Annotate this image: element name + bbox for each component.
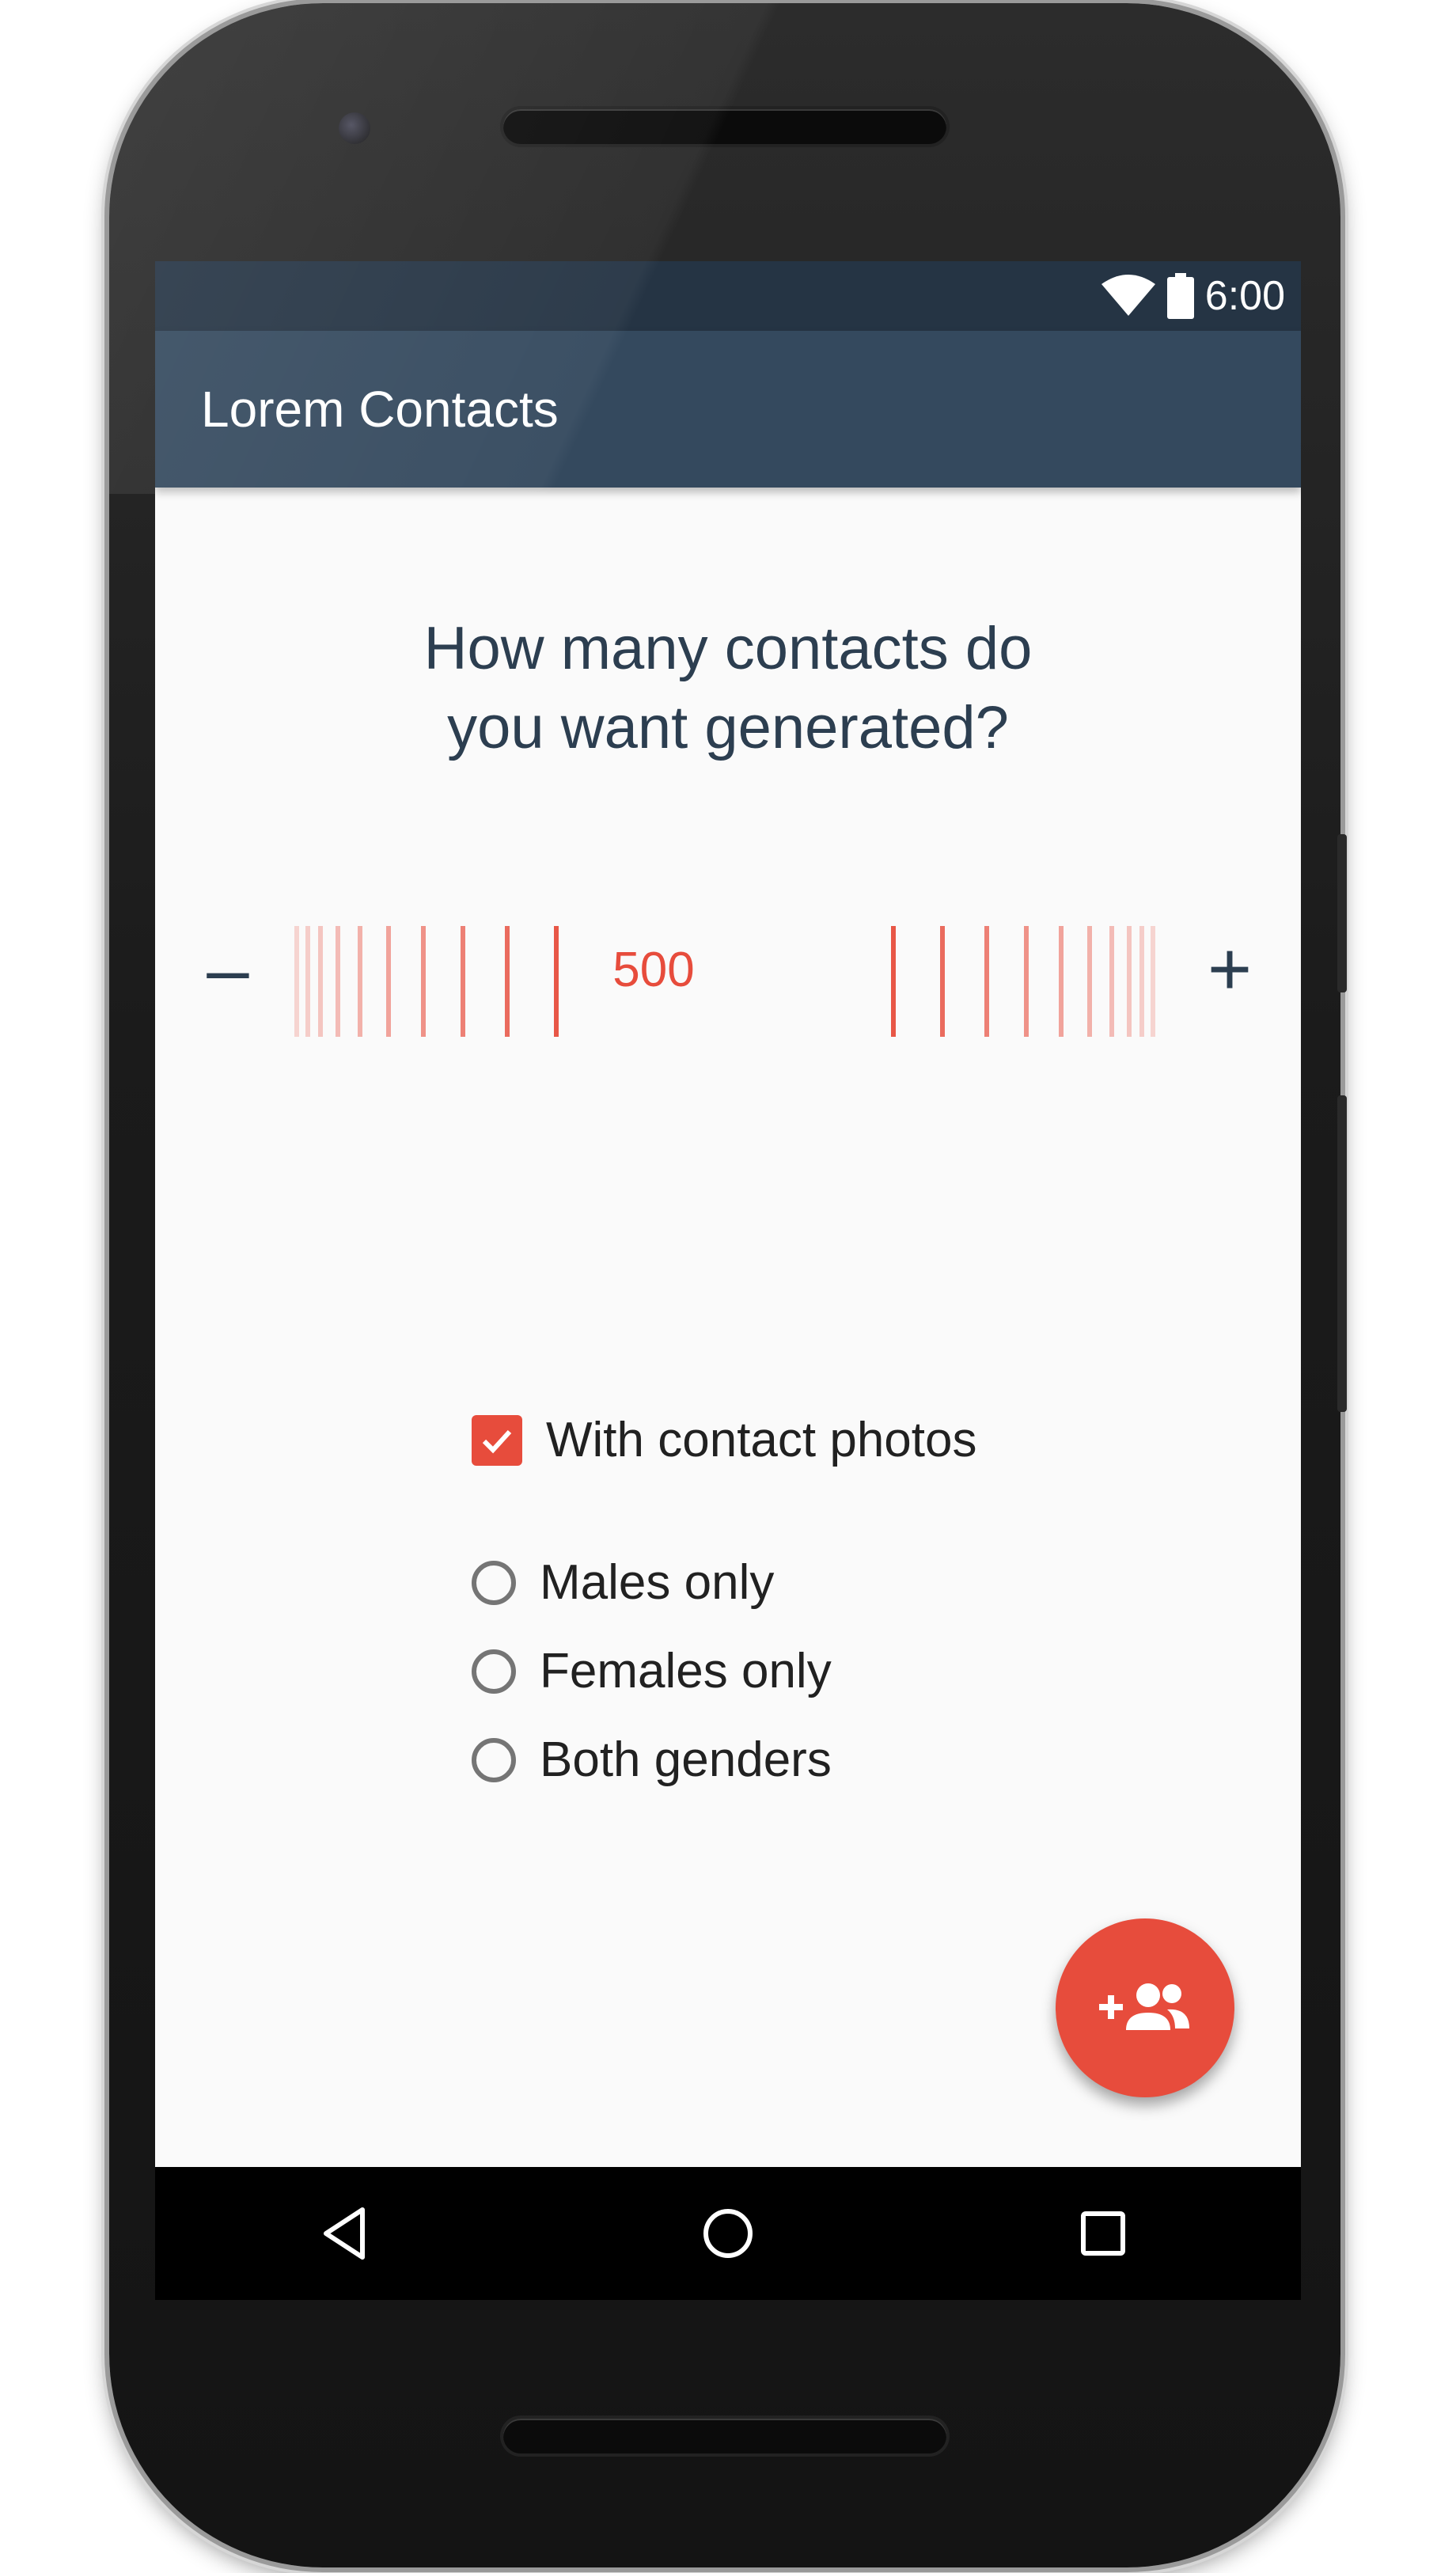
decrement-button[interactable]: –: [180, 906, 275, 1033]
ruler-tick: [1109, 926, 1114, 1037]
contact-count-value: 500: [612, 943, 695, 997]
ruler-tick: [891, 926, 896, 1037]
recents-button[interactable]: [1064, 2194, 1143, 2273]
ruler-tick: [1024, 926, 1029, 1037]
increment-button[interactable]: +: [1182, 906, 1277, 1033]
back-button[interactable]: [305, 2194, 385, 2273]
ruler-tick: [421, 926, 426, 1037]
ruler-tick: [336, 926, 340, 1037]
generate-contacts-fab[interactable]: [1056, 1918, 1234, 2097]
status-bar: 6:00: [155, 261, 1301, 331]
add-contacts-icon: [1099, 1983, 1189, 2030]
navigation-bar: [155, 2167, 1301, 2300]
power-button: [1337, 834, 1347, 992]
ruler-tick: [305, 926, 310, 1037]
home-icon: [703, 2209, 753, 2258]
radio-label-both: Both genders: [540, 1732, 832, 1787]
radio-option-males[interactable]: Males only: [472, 1554, 774, 1611]
ruler-tick: [940, 926, 945, 1037]
status-time: 6:00: [1204, 273, 1285, 319]
ruler-tick: [1087, 926, 1092, 1037]
radio-option-both[interactable]: Both genders: [472, 1732, 832, 1788]
recents-icon: [1081, 2211, 1125, 2256]
earpiece-speaker: [503, 109, 946, 144]
ruler-tick: [386, 926, 391, 1037]
home-button[interactable]: [688, 2194, 768, 2273]
question-heading: How many contacts do you want generated?: [155, 609, 1301, 768]
ruler-tick: [294, 926, 299, 1037]
bottom-speaker: [503, 2419, 946, 2453]
ruler-tick: [1139, 926, 1144, 1037]
photos-checkbox-label: With contact photos: [546, 1413, 977, 1467]
checkmark-icon: [482, 1429, 512, 1453]
screen: 6:00 Lorem Contacts How many contacts do…: [155, 261, 1301, 2300]
wifi-icon: [1101, 275, 1155, 316]
radio-label-females: Females only: [540, 1644, 832, 1698]
radio-option-females[interactable]: Females only: [472, 1643, 832, 1699]
ruler-tick: [984, 926, 989, 1037]
ruler-tick: [358, 926, 362, 1037]
radio-button[interactable]: [472, 1737, 516, 1782]
radio-button[interactable]: [472, 1649, 516, 1694]
back-icon: [324, 2207, 365, 2260]
radio-label-males: Males only: [540, 1555, 775, 1610]
radio-button[interactable]: [472, 1560, 516, 1605]
battery-icon: [1166, 273, 1194, 319]
volume-button: [1337, 1095, 1347, 1412]
ruler-tick: [461, 926, 465, 1037]
ruler-tick: [1059, 926, 1064, 1037]
front-camera: [339, 112, 370, 144]
app-bar: Lorem Contacts: [155, 331, 1301, 488]
question-line-2: you want generated?: [447, 694, 1009, 761]
ruler-tick: [1127, 926, 1132, 1037]
photos-checkbox[interactable]: [472, 1414, 522, 1466]
ruler-tick: [318, 926, 323, 1037]
ruler-tick: [1151, 926, 1155, 1037]
question-line-1: How many contacts do: [423, 615, 1033, 682]
photos-checkbox-option[interactable]: With contact photos: [472, 1412, 977, 1468]
app-title: Lorem Contacts: [201, 381, 559, 438]
